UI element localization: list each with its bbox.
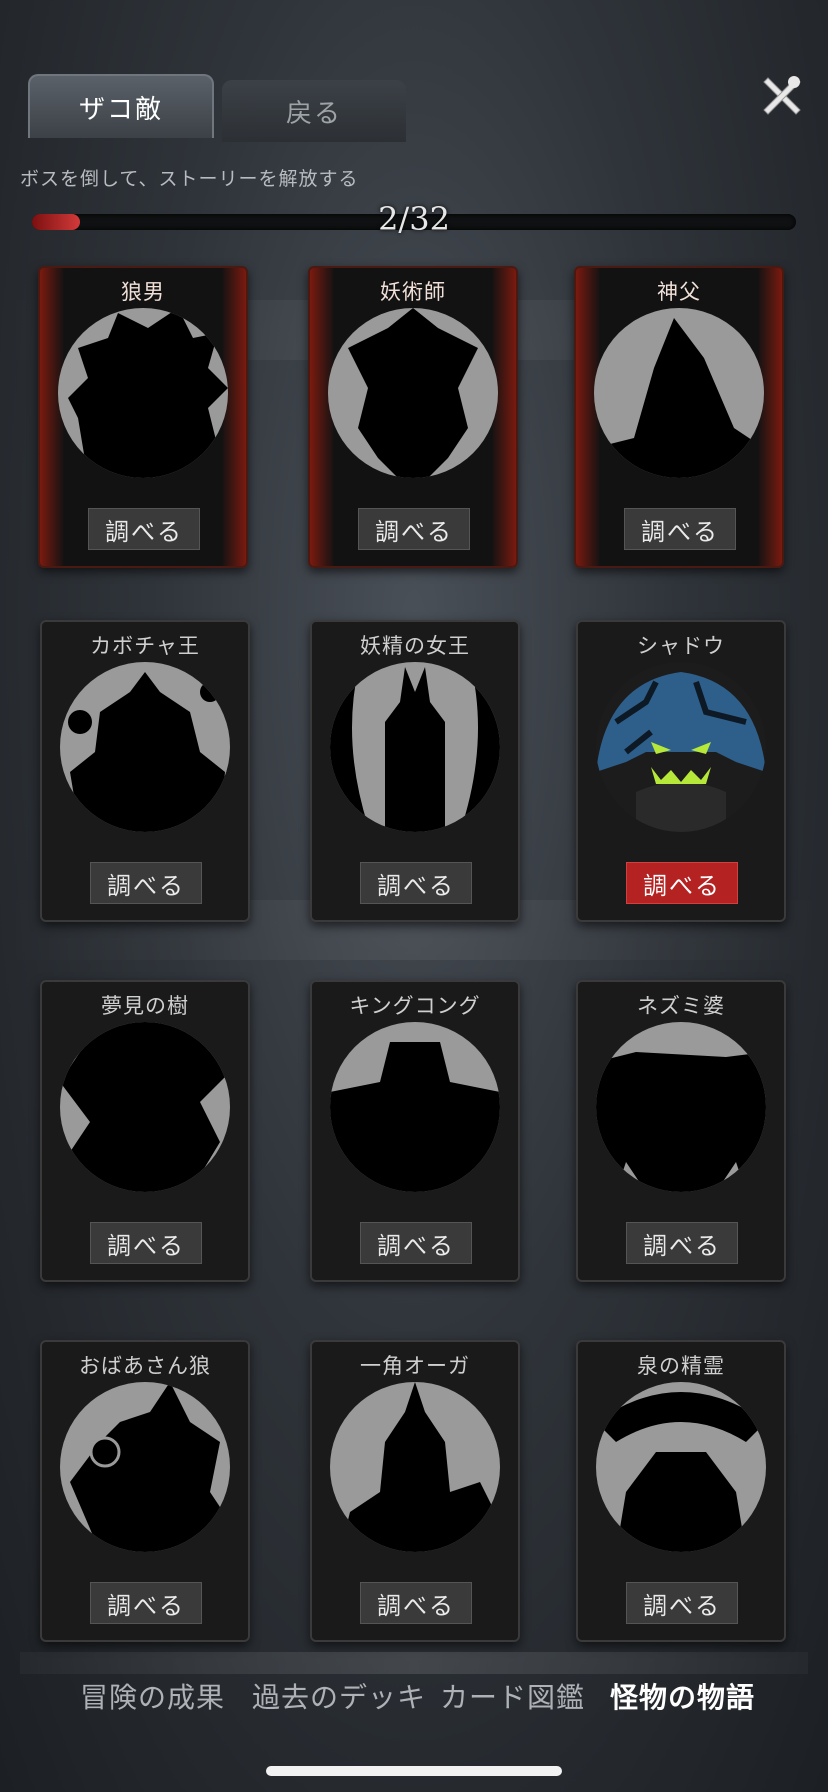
hint-text: ボスを倒して、ストーリーを解放する [20,168,359,190]
investigate-button[interactable]: 調べる [88,508,200,550]
monster-name: 妖術師 [380,280,446,304]
nav-past-decks[interactable]: 過去のデッキ [252,1676,426,1716]
home-indicator[interactable] [266,1766,562,1776]
investigate-button[interactable]: 調べる [90,862,202,904]
monster-name: カボチャ王 [90,634,200,658]
investigate-button[interactable]: 調べる [360,1222,472,1264]
monster-portrait-shadow [596,662,766,832]
monster-silhouette-rat-hag [596,1022,766,1192]
monster-name: 狼男 [121,280,165,304]
monster-card-shadow[interactable]: シャドウ 調べる [576,620,786,922]
monster-name: 神父 [657,280,701,304]
monster-card[interactable]: 泉の精霊 調べる [576,1340,786,1642]
monster-card[interactable]: おばあさん狼 調べる [40,1340,250,1642]
investigate-button[interactable]: 調べる [90,1582,202,1624]
monster-silhouette-spring-spirit [596,1382,766,1552]
monster-card[interactable]: 一角オーガ 調べる [310,1340,520,1642]
monster-card[interactable]: 神父 調べる [574,266,784,568]
investigate-button[interactable]: 調べる [626,1222,738,1264]
monster-card[interactable]: 妖精の女王 調べる [310,620,520,922]
monster-name: シャドウ [637,634,725,658]
close-button[interactable] [754,68,810,124]
nav-monster-stories[interactable]: 怪物の物語 [610,1676,755,1716]
close-icon [763,76,801,115]
tab-zako-enemies[interactable]: ザコ敵 [28,74,214,138]
bottom-divider [20,1652,808,1674]
monster-silhouette-werewolf [58,308,228,478]
investigate-button[interactable]: 調べる [358,508,470,550]
monster-name: 夢見の樹 [101,994,189,1018]
monster-silhouette-priest [594,308,764,478]
monster-silhouette-sorcerer [328,308,498,478]
monster-card[interactable]: 夢見の樹 調べる [40,980,250,1282]
investigate-button[interactable]: 調べる [360,1582,472,1624]
monster-silhouette-grandma-wolf [60,1382,230,1552]
monster-name: 泉の精霊 [637,1354,725,1378]
monster-card[interactable]: ネズミ婆 調べる [576,980,786,1282]
monster-card[interactable]: 狼男 調べる [38,266,248,568]
investigate-button[interactable]: 調べる [624,508,736,550]
monster-silhouette-one-horn-ogre [330,1382,500,1552]
investigate-button[interactable]: 調べる [360,862,472,904]
nav-card-collection[interactable]: カード図鑑 [440,1676,585,1716]
monster-card[interactable]: カボチャ王 調べる [40,620,250,922]
investigate-button[interactable]: 調べる [626,1582,738,1624]
monster-name: ネズミ婆 [637,994,725,1018]
monster-silhouette-fairy-queen [330,662,500,832]
monster-silhouette-pumpkin-king [60,662,230,832]
tab-back[interactable]: 戻る [222,80,406,142]
monster-silhouette-king-kong [330,1022,500,1192]
nav-adventure-results[interactable]: 冒険の成果 [80,1676,225,1716]
investigate-button-active[interactable]: 調べる [626,862,738,904]
monster-name: キングコング [349,994,481,1018]
monster-card[interactable]: キングコング 調べる [310,980,520,1282]
monster-silhouette-dream-tree [60,1022,230,1192]
monster-card[interactable]: 妖術師 調べる [308,266,518,568]
progress-text: 2/32 [378,200,450,238]
investigate-button[interactable]: 調べる [90,1222,202,1264]
monster-name: おばあさん狼 [79,1354,211,1378]
monster-name: 一角オーガ [360,1354,470,1378]
monster-name: 妖精の女王 [360,634,470,658]
